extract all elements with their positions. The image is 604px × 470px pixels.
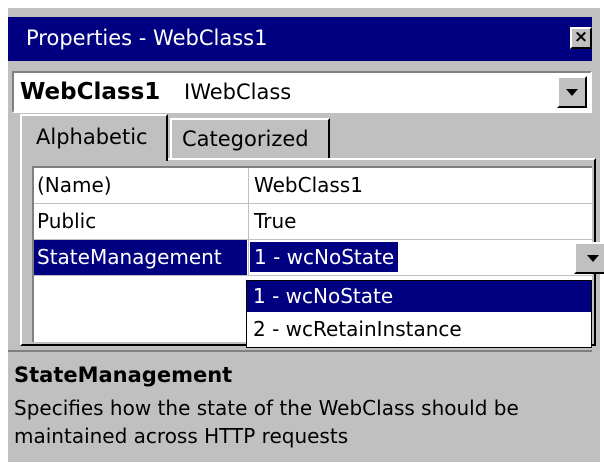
window-title: Properties - WebClass1: [26, 26, 268, 50]
value-dropdown-list: 1 - wcNoState 2 - wcRetainInstance: [246, 280, 592, 348]
tab-categorized[interactable]: Categorized: [170, 118, 330, 158]
property-row-public[interactable]: Public True: [34, 204, 592, 240]
close-icon: ×: [573, 27, 589, 47]
dropdown-option[interactable]: 2 - wcRetainInstance: [247, 314, 591, 345]
description-title: StateManagement: [14, 363, 233, 387]
property-value[interactable]: WebClass1: [248, 168, 590, 203]
title-bar: Properties - WebClass1 ×: [8, 17, 592, 61]
property-name: StateManagement: [34, 240, 247, 275]
dropdown-option[interactable]: 1 - wcNoState: [247, 281, 591, 312]
close-button[interactable]: ×: [570, 27, 592, 49]
chevron-down-icon: [587, 255, 599, 262]
property-row-statemanagement[interactable]: StateManagement 1 - wcNoState: [34, 240, 604, 276]
tab-alphabetic[interactable]: Alphabetic: [20, 114, 168, 161]
description-text: Specifies how the state of the WebClass …: [14, 396, 519, 448]
value-dropdown-button[interactable]: [574, 242, 604, 274]
property-value-select[interactable]: 1 - wcNoState: [248, 240, 590, 275]
tab-label: Categorized: [182, 127, 309, 151]
object-dropdown-button[interactable]: [557, 76, 587, 108]
object-selector[interactable]: WebClass1 IWebClass: [12, 71, 592, 113]
property-name: Public: [37, 209, 97, 233]
property-value[interactable]: True: [248, 204, 590, 239]
selected-value: 1 - wcNoState: [250, 242, 399, 272]
object-name: WebClass1: [20, 79, 161, 105]
description-pane: StateManagement Specifies how the state …: [8, 350, 592, 458]
property-name: (Name): [37, 173, 112, 197]
chevron-down-icon: [566, 89, 578, 96]
object-type: IWebClass: [184, 80, 292, 104]
tab-label: Alphabetic: [36, 125, 148, 149]
property-row-name[interactable]: (Name) WebClass1: [34, 168, 592, 204]
